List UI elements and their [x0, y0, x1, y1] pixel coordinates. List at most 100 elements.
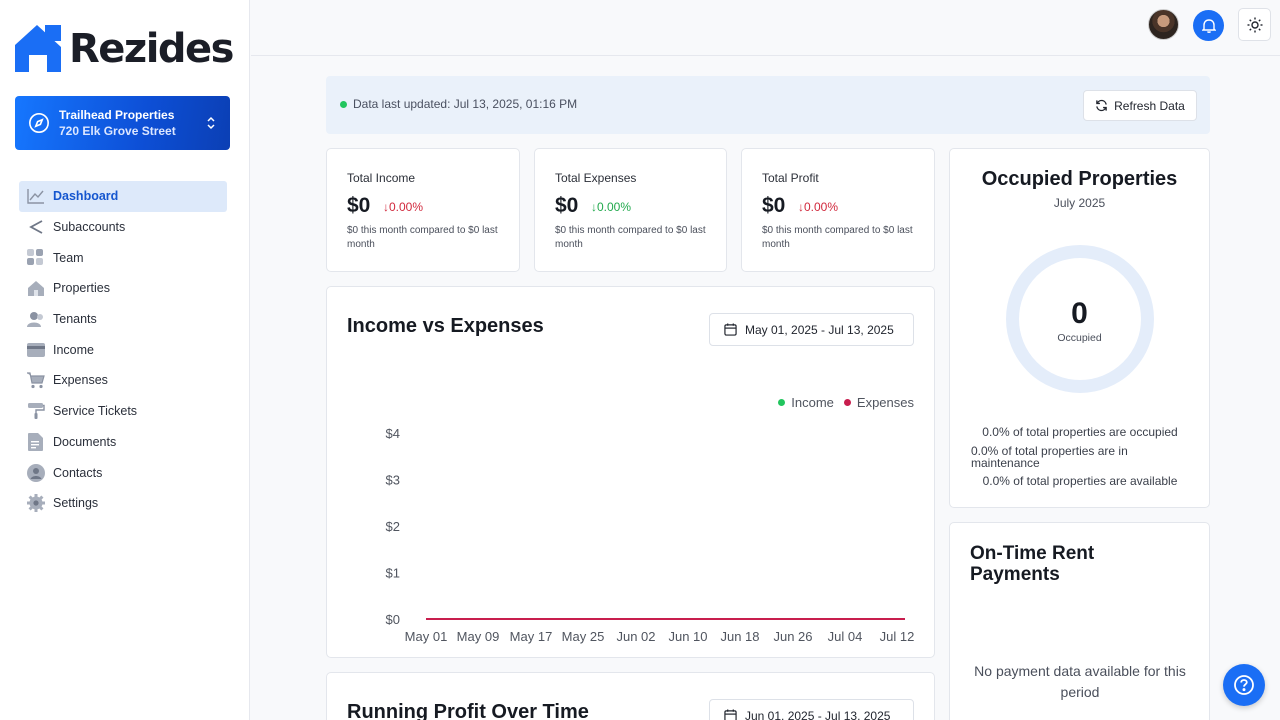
chart-title: Running Profit Over Time — [347, 701, 589, 720]
stat-value: $0 — [555, 194, 579, 217]
sidebar-item-team[interactable]: Team — [19, 242, 227, 273]
sidebar-item-subaccounts[interactable]: Subaccounts — [19, 212, 227, 243]
property-name: Trailhead Properties — [59, 107, 175, 122]
date-range-label: Jun 01, 2025 - Jul 13, 2025 — [745, 708, 891, 720]
data-update-bar: Data last updated: Jul 13, 2025, 01:16 P… — [326, 76, 1210, 134]
stat-card-profit: Total Profit $0 ↓0.00% $0 this month com… — [741, 148, 935, 272]
stat-card-income: Total Income $0 ↓0.00% $0 this month com… — [326, 148, 520, 272]
sidebar-item-label: Service Tickets — [53, 404, 138, 419]
y-tick-label: $4 — [386, 426, 400, 441]
running-profit-card: Running Profit Over Time Jun 01, 2025 - … — [326, 672, 935, 720]
theme-toggle-button[interactable] — [1238, 8, 1271, 41]
property-address: 720 Elk Grove Street — [59, 123, 176, 138]
income-vs-expenses-card: Income vs Expenses May 01, 2025 - Jul 13… — [326, 286, 935, 658]
y-tick-label: $2 — [386, 519, 400, 534]
stat-value: $0 — [347, 194, 371, 217]
occupancy-line: 0.0% of total properties are in maintena… — [971, 444, 1128, 470]
date-range-picker[interactable]: Jun 01, 2025 - Jul 13, 2025 — [709, 699, 914, 720]
stat-change: ↓0.00% — [798, 200, 839, 214]
sidebar-item-contacts[interactable]: Contacts — [19, 457, 227, 488]
last-updated-text: Data last updated: Jul 13, 2025, 01:16 P… — [353, 97, 578, 111]
sidebar-item-label: Tenants — [53, 312, 97, 327]
share-icon — [26, 218, 45, 237]
legend-item-expenses[interactable]: Expenses — [843, 395, 914, 410]
occupancy-line: 0.0% of total properties are occupied — [982, 425, 1178, 439]
calendar-icon — [724, 323, 737, 336]
house-icon — [26, 279, 45, 298]
x-tick-label: May 17 — [510, 629, 553, 644]
rent-empty-message: No payment data available for this perio… — [974, 663, 1186, 700]
sidebar-nav: Dashboard Subaccounts Team Properties Te… — [19, 181, 227, 519]
stat-description: $0 this month compared to $0 last month — [762, 225, 913, 250]
stat-description: $0 this month compared to $0 last month — [347, 225, 498, 250]
sidebar: Rezides Trailhead Properties 720 Elk Gro… — [0, 0, 250, 720]
stat-value: $0 — [762, 194, 786, 217]
help-button[interactable] — [1223, 664, 1265, 706]
sidebar-item-settings[interactable]: Settings — [19, 488, 227, 519]
property-switcher[interactable]: Trailhead Properties 720 Elk Grove Stree… — [15, 96, 230, 150]
sidebar-item-expenses[interactable]: Expenses — [19, 365, 227, 396]
sidebar-item-label: Income — [53, 342, 94, 357]
x-tick-label: May 01 — [405, 629, 448, 644]
occupancy-line: 0.0% of total properties are available — [982, 474, 1178, 488]
sidebar-item-documents[interactable]: Documents — [19, 427, 227, 458]
refresh-icon — [1096, 99, 1107, 112]
top-bar — [251, 0, 1280, 56]
rent-title: On-Time Rent Payments — [970, 543, 1095, 585]
x-tick-label: Jul 04 — [828, 629, 863, 644]
legend-label: Income — [791, 395, 834, 410]
sidebar-item-label: Subaccounts — [53, 220, 126, 235]
legend-item-income[interactable]: Income — [778, 395, 834, 410]
cart-icon — [26, 371, 45, 390]
notifications-button[interactable] — [1193, 10, 1224, 41]
sidebar-item-label: Documents — [53, 434, 117, 449]
grid-icon — [26, 248, 45, 267]
x-tick-label: Jul 12 — [880, 629, 915, 644]
legend-label: Expenses — [856, 395, 914, 410]
sidebar-item-properties[interactable]: Properties — [19, 273, 227, 304]
line-chart: $0 $1 $2 $3 $4 May 01 May 09 May 17 May 25 Jun 02… — [386, 426, 915, 644]
y-tick-label: $0 — [386, 612, 400, 627]
app-name: Rezides — [69, 26, 235, 72]
sun-icon — [1247, 17, 1262, 32]
x-tick-label: Jun 18 — [720, 629, 759, 644]
people-icon — [26, 310, 45, 329]
refresh-data-button[interactable]: Refresh Data — [1083, 90, 1197, 121]
legend-dot — [778, 399, 786, 406]
stat-title: Total Expenses — [555, 171, 637, 185]
on-time-rent-card: On-Time Rent Payments No payment data av… — [949, 522, 1210, 720]
chart-legend: Income Expenses — [768, 395, 914, 410]
bell-icon — [1201, 19, 1216, 33]
sidebar-item-label: Expenses — [53, 373, 108, 388]
credit-card-icon — [26, 340, 45, 359]
occupied-title: Occupied Properties — [981, 168, 1178, 190]
sidebar-item-income[interactable]: Income — [19, 334, 227, 365]
occupied-properties-card: Occupied Properties July 2025 0 Occupied… — [949, 148, 1210, 508]
logo[interactable]: Rezides — [15, 24, 235, 74]
date-range-picker[interactable]: May 01, 2025 - Jul 13, 2025 — [709, 313, 914, 346]
logo-icon — [15, 25, 61, 72]
x-tick-label: Jun 10 — [668, 629, 707, 644]
status-dot — [340, 101, 347, 108]
user-avatar[interactable] — [1148, 9, 1179, 40]
sidebar-item-label: Dashboard — [53, 189, 119, 204]
compass-icon — [29, 113, 49, 133]
stat-title: Total Profit — [762, 171, 819, 185]
stat-change: ↓0.00% — [591, 200, 632, 214]
x-tick-label: Jun 02 — [616, 629, 655, 644]
occupied-count: 0 — [1071, 297, 1088, 330]
y-tick-label: $3 — [386, 473, 400, 488]
sidebar-item-tenants[interactable]: Tenants — [19, 304, 227, 335]
chart-line-icon — [26, 187, 45, 206]
y-tick-label: $1 — [386, 566, 400, 581]
date-range-label: May 01, 2025 - Jul 13, 2025 — [745, 322, 894, 337]
x-tick-label: May 09 — [457, 629, 500, 644]
occupied-count-label: Occupied — [1057, 332, 1102, 344]
x-tick-label: May 25 — [562, 629, 605, 644]
sidebar-item-dashboard[interactable]: Dashboard — [19, 181, 227, 212]
sidebar-item-label: Properties — [53, 281, 110, 296]
chevron-updown-icon — [207, 116, 215, 130]
sidebar-item-service-tickets[interactable]: Service Tickets — [19, 396, 227, 427]
calendar-icon — [724, 709, 737, 720]
legend-dot — [843, 399, 851, 406]
